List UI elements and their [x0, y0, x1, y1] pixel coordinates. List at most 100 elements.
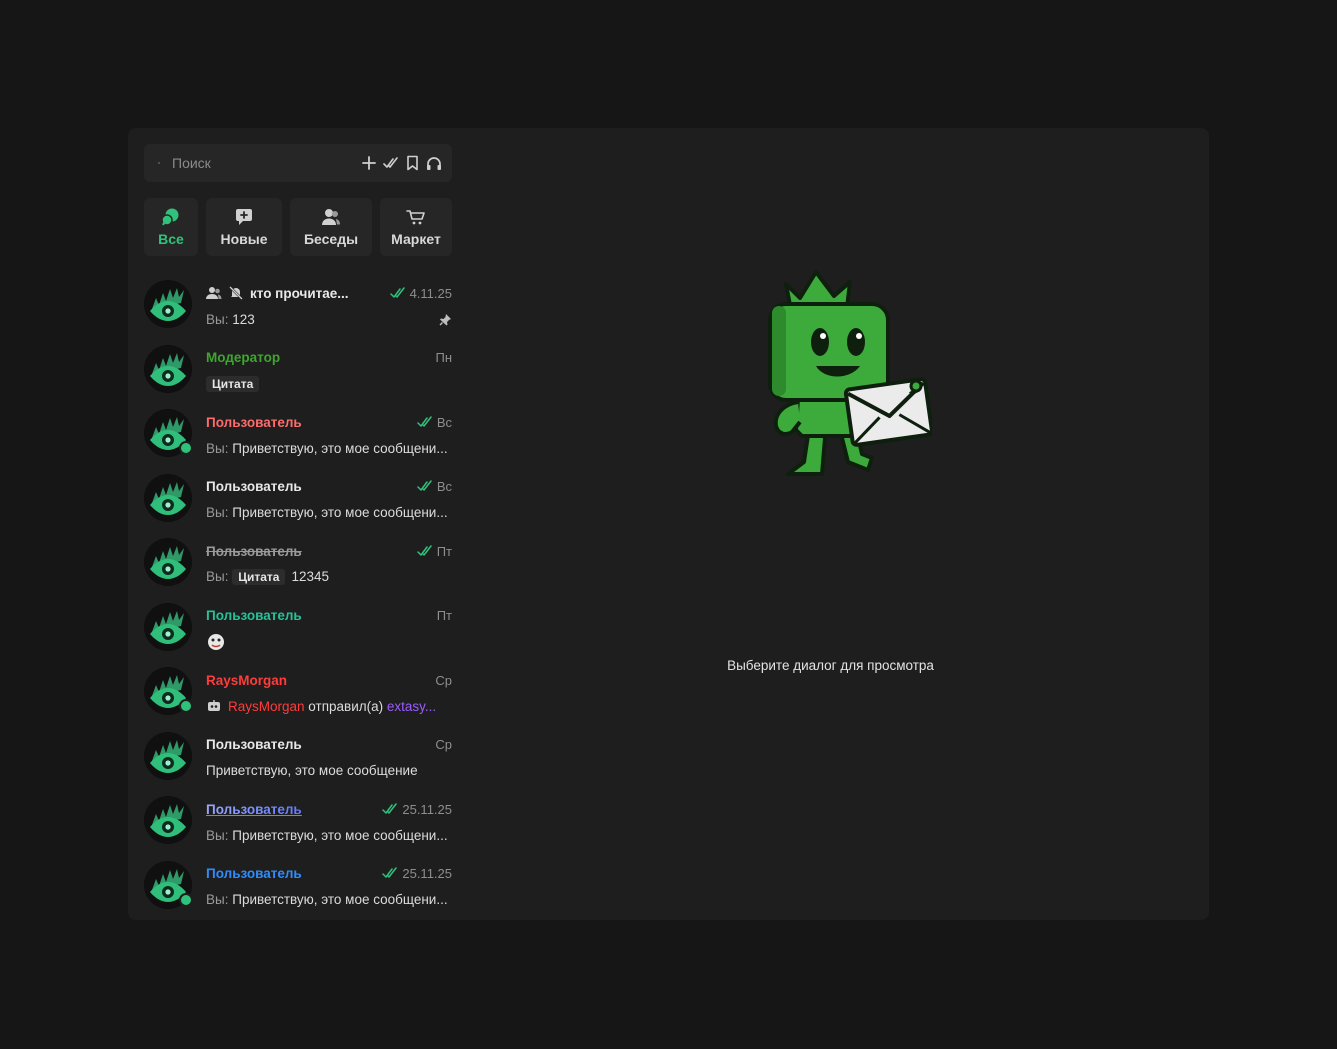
dialog-item[interactable]: Пользователь Пт Вы: Цитата 12345 — [144, 534, 452, 599]
dialog-date: Вс — [436, 479, 452, 494]
dialog-item[interactable]: Пользователь Ср Приветствую, это мое сообщ… — [144, 728, 452, 793]
dialog-preview: RaysMorgan отправил(а) extasy... — [228, 699, 452, 714]
dialog-name: кто прочитае... — [250, 285, 349, 301]
read-double-check-icon — [417, 480, 432, 491]
dialog-meta: Пт — [437, 608, 452, 623]
dialog-name: Пользователь — [206, 608, 302, 623]
read-double-check-icon — [416, 544, 432, 556]
avatar-eye-icon — [144, 538, 192, 586]
online-indicator — [179, 892, 193, 907]
you-prefix: Вы: — [206, 505, 229, 520]
search-icon — [158, 162, 160, 164]
tab-label: Новые — [220, 231, 268, 247]
dialog-date: Ср — [435, 737, 452, 752]
avatar-eye-icon — [144, 731, 192, 780]
avatar — [144, 602, 192, 651]
preview-text: Приветствую, это мое сообщени... — [232, 827, 448, 843]
dialog-preview: Вы: Приветствую, это мое сообщени... — [206, 892, 452, 907]
online-indicator — [179, 699, 193, 713]
read-double-check-icon — [382, 802, 398, 814]
avatar — [144, 731, 192, 780]
dialog-date: Пт — [436, 608, 452, 623]
dialog-preview: Приветствую, это мое сообщение — [206, 763, 452, 778]
bookmark-icon[interactable] — [406, 154, 419, 172]
dialog-item[interactable]: Пользователь Пт — [144, 599, 452, 664]
dialog-item[interactable]: Пользователь Вс Вы: Приветствую, это мое с… — [144, 405, 452, 470]
dialog-meta: 25.11.25 — [382, 802, 452, 817]
dialog-item[interactable]: RaysMorgan Ср RaysMorgan отправил(а) extas… — [144, 663, 452, 728]
avatar — [144, 860, 193, 909]
search-input[interactable] — [170, 154, 355, 172]
dialog-preview: Вы: Приветствую, это мое сообщени... — [206, 505, 452, 520]
dialog-preview: Вы: 123 — [206, 312, 439, 327]
dialog-item[interactable]: кто прочитае... 4.11.25 Вы: 123 — [144, 276, 452, 341]
read-double-check-icon — [417, 415, 432, 427]
avatar — [144, 280, 192, 328]
dialog-name: Пользователь — [206, 543, 302, 559]
search-bar — [144, 144, 452, 182]
dialog-name: Пользователь — [206, 479, 302, 494]
headphones-icon[interactable] — [426, 154, 442, 172]
dialog-list: кто прочитае... 4.11.25 Вы: 123 Модератор Пн… — [144, 276, 452, 920]
preview-text: Приветствую, это мое сообщени... — [232, 505, 448, 520]
you-prefix: Вы: — [206, 311, 229, 327]
tab-label: Все — [158, 231, 184, 247]
dialog-meta: Вс — [417, 415, 452, 430]
group-chat-icon — [206, 287, 222, 299]
dialog-item[interactable]: Модератор Пн Цитата — [144, 341, 452, 406]
you-prefix: Вы: — [206, 892, 229, 907]
avatar-eye-icon — [144, 344, 192, 393]
mascot-envelope-illustration — [768, 270, 932, 476]
dialog-preview: Вы: Приветствую, это мое сообщени... — [206, 828, 452, 843]
dialog-name: Модератор — [206, 350, 281, 365]
preview-text: Приветствую, это мое сообщени... — [232, 892, 448, 907]
dialog-name: Пользователь — [206, 801, 302, 817]
empty-state-panel: Выберите диалог для просмотра — [452, 128, 1209, 920]
bot-sender: RaysMorgan — [228, 698, 305, 714]
dialog-date: 4.11.25 — [409, 285, 452, 301]
bot-icon — [208, 700, 220, 711]
plus-icon[interactable] — [362, 154, 376, 172]
chat-plus-icon — [234, 207, 254, 227]
quote-badge: Цитата — [232, 569, 286, 585]
cart-icon — [406, 207, 426, 227]
empty-state-text: Выберите диалог для просмотра — [727, 658, 934, 673]
dialog-date: Пн — [435, 350, 452, 365]
you-prefix: Вы: — [206, 440, 229, 456]
dialog-date: 25.11.25 — [402, 866, 452, 881]
dialog-meta: Пт — [416, 544, 452, 559]
double-check-icon[interactable] — [383, 154, 399, 172]
dialog-name: RaysMorgan — [206, 672, 288, 688]
dialog-meta: Вс — [417, 479, 452, 494]
dialog-meta: 25.11.25 — [382, 866, 452, 881]
tab-market[interactable]: Маркет — [380, 198, 452, 256]
dialog-item[interactable]: Пользователь 25.11.25 Вы: Приветствую, это… — [144, 857, 452, 921]
avatar — [144, 344, 192, 393]
filter-tabs: Все Новые Беседы Маркет — [144, 198, 452, 256]
quote-badge: Цитата — [206, 375, 260, 392]
tab-all[interactable]: Все — [144, 198, 198, 256]
chat-bubbles-icon — [161, 207, 181, 227]
dialog-date: 25.11.25 — [402, 801, 452, 817]
avatar — [144, 667, 193, 715]
dialog-name: Пользователь — [206, 737, 302, 752]
tab-conversations[interactable]: Беседы — [290, 198, 372, 256]
avatar — [144, 473, 192, 522]
tab-label: Маркет — [391, 231, 441, 247]
muted-bell-icon — [229, 286, 243, 300]
dialog-name: Пользователь — [206, 414, 302, 430]
dialog-preview: Вы: Цитата 12345 — [206, 569, 452, 585]
read-double-check-icon — [382, 867, 398, 878]
dialog-preview: Цитата — [206, 375, 452, 392]
dialog-item[interactable]: Пользователь Вс Вы: Приветствую, это мое с… — [144, 470, 452, 535]
dialogs-sidebar: Все Новые Беседы Маркет кто пр — [144, 144, 452, 920]
dialog-meta: Ср — [435, 673, 452, 688]
tab-new[interactable]: Новые — [206, 198, 282, 256]
avatar — [144, 796, 192, 844]
dialog-meta: Ср — [435, 737, 452, 752]
tab-label: Беседы — [303, 231, 359, 247]
you-prefix: Вы: — [206, 569, 229, 584]
dialog-name: Пользователь — [206, 866, 302, 881]
bot-target: extasy... — [386, 698, 437, 714]
dialog-item[interactable]: Пользователь 25.11.25 Вы: Приветствую, это… — [144, 792, 452, 857]
